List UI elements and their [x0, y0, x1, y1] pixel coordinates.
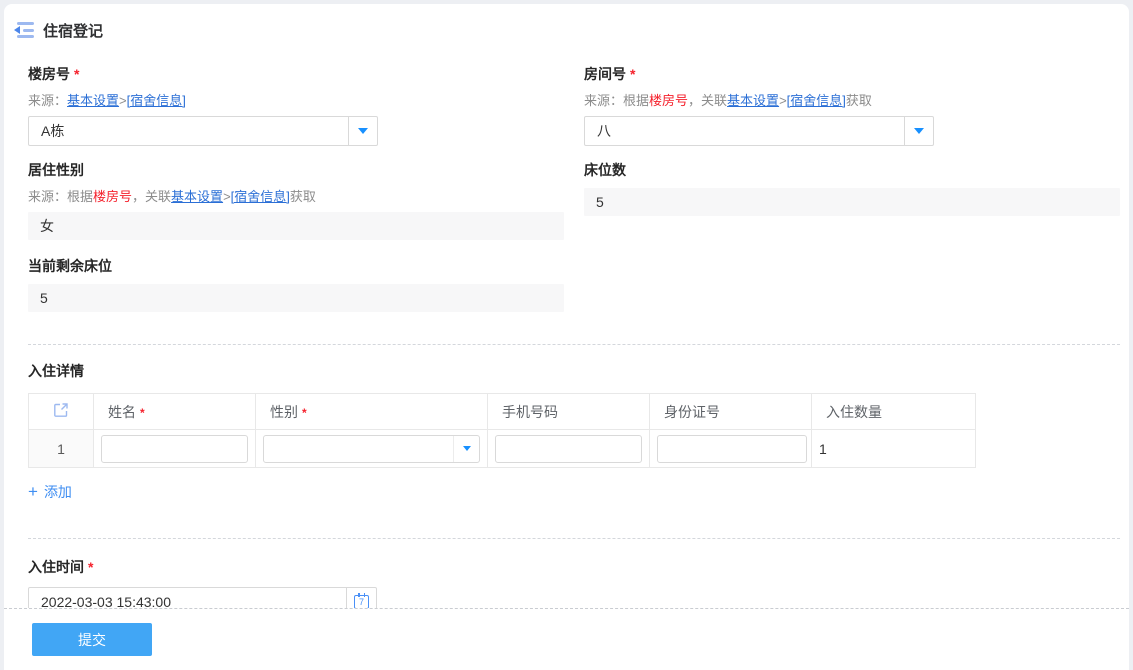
row-gender-select[interactable] — [263, 434, 480, 463]
remaining-label: 当前剩余床位 — [28, 258, 112, 274]
checkin-time-label: 入住时间 * — [28, 559, 94, 575]
room-select-value: 八 — [597, 123, 611, 139]
phone-cell — [487, 429, 650, 468]
add-row-label: 添加 — [43, 484, 72, 500]
table-row: 1 1 — [28, 429, 976, 468]
link-basic-settings[interactable]: 基本设置 — [67, 93, 119, 108]
details-table: 姓名 * 性别 * 手机号码 身份证号 入住数量 1 1 — [28, 393, 976, 468]
details-section-title: 入住详情 — [28, 363, 84, 379]
page-header: 住宿登记 — [4, 4, 1129, 56]
section-divider — [28, 538, 1120, 539]
add-row-button[interactable]: + 添加 — [28, 482, 98, 502]
field-beds: 床位数 5 — [584, 160, 1120, 240]
row-gender-select-value — [264, 436, 453, 462]
required-asterisk: * — [302, 405, 307, 420]
form-footer: 提交 — [4, 608, 1129, 670]
required-asterisk: * — [74, 66, 80, 82]
col-header-phone: 手机号码 — [487, 393, 650, 430]
field-checkin-time: 入住时间* 7 — [28, 557, 1120, 608]
gender-label: 居住性别 — [28, 162, 84, 178]
form-content: 楼房号 * 来源：基本设置>[宿舍信息] A栋 房间号 * 来源：根据楼房号，关联基… — [4, 56, 1129, 608]
caret-down-icon — [462, 446, 471, 451]
field-gender: 居住性别 来源：根据楼房号，关联基本设置>[宿舍信息]获取 女 — [28, 160, 564, 240]
checkin-time-input[interactable] — [28, 587, 347, 608]
building-label: 楼房号 * — [28, 66, 80, 82]
building-select[interactable]: A栋 — [28, 116, 378, 146]
building-select-value: A栋 — [41, 123, 65, 139]
beds-value: 5 — [584, 188, 1120, 216]
caret-down-icon — [914, 128, 924, 134]
calendar-button[interactable]: 7 — [347, 587, 377, 608]
external-link-icon[interactable] — [53, 402, 69, 418]
required-asterisk: * — [630, 66, 636, 82]
link-dorm-info[interactable]: [宿舍信息] — [231, 189, 290, 204]
quantity-value: 1 — [811, 429, 976, 468]
required-asterisk: * — [140, 405, 145, 420]
name-cell — [93, 429, 256, 468]
row-index: 1 — [28, 429, 94, 468]
id-card-input[interactable] — [657, 434, 807, 463]
col-header-quantity: 入住数量 — [811, 393, 976, 430]
expand-table-header-cell — [28, 393, 94, 430]
gender-source-hint: 来源：根据楼房号，关联基本设置>[宿舍信息]获取 — [28, 189, 316, 204]
link-basic-settings[interactable]: 基本设置 — [171, 189, 223, 204]
field-building: 楼房号 * 来源：基本设置>[宿舍信息] A栋 — [28, 64, 564, 146]
submit-button[interactable]: 提交 — [32, 623, 152, 656]
col-header-name: 姓名 * — [93, 393, 256, 430]
field-remaining: 当前剩余床位 5 — [28, 256, 564, 312]
section-divider — [28, 344, 1120, 345]
remaining-value: 5 — [28, 284, 564, 312]
gender-cell — [255, 429, 488, 468]
page-title: 住宿登记 — [43, 22, 104, 40]
col-header-id-card: 身份证号 — [649, 393, 812, 430]
gender-value: 女 — [28, 212, 564, 240]
room-source-hint: 来源：根据楼房号，关联基本设置>[宿舍信息]获取 — [584, 93, 872, 108]
room-select[interactable]: 八 — [584, 116, 934, 146]
datetime-picker: 7 — [28, 587, 1120, 608]
phone-input[interactable] — [495, 434, 642, 463]
beds-label: 床位数 — [584, 162, 626, 178]
name-input[interactable] — [101, 434, 248, 463]
caret-down-icon — [358, 128, 368, 134]
required-asterisk: * — [88, 559, 94, 575]
registration-card: 住宿登记 楼房号 * 来源：基本设置>[宿舍信息] A栋 房间号 * 来源：根据… — [4, 4, 1129, 670]
calendar-icon: 7 — [354, 593, 369, 608]
col-header-gender: 性别 * — [255, 393, 488, 430]
details-header-row: 姓名 * 性别 * 手机号码 身份证号 入住数量 — [28, 393, 976, 430]
link-basic-settings[interactable]: 基本设置 — [727, 93, 779, 108]
link-dorm-info[interactable]: [宿舍信息] — [127, 93, 186, 108]
field-room: 房间号 * 来源：根据楼房号，关联基本设置>[宿舍信息]获取 八 — [584, 64, 1120, 146]
link-dorm-info[interactable]: [宿舍信息] — [787, 93, 846, 108]
menu-fold-icon[interactable] — [14, 22, 34, 38]
room-label: 房间号 * — [584, 66, 636, 82]
building-source-hint: 来源：基本设置>[宿舍信息] — [28, 93, 186, 108]
row-gender-select-caret[interactable] — [453, 435, 479, 462]
building-select-caret[interactable] — [348, 117, 377, 145]
plus-icon: + — [28, 482, 38, 501]
id-card-cell — [649, 429, 812, 468]
room-select-caret[interactable] — [904, 117, 933, 145]
